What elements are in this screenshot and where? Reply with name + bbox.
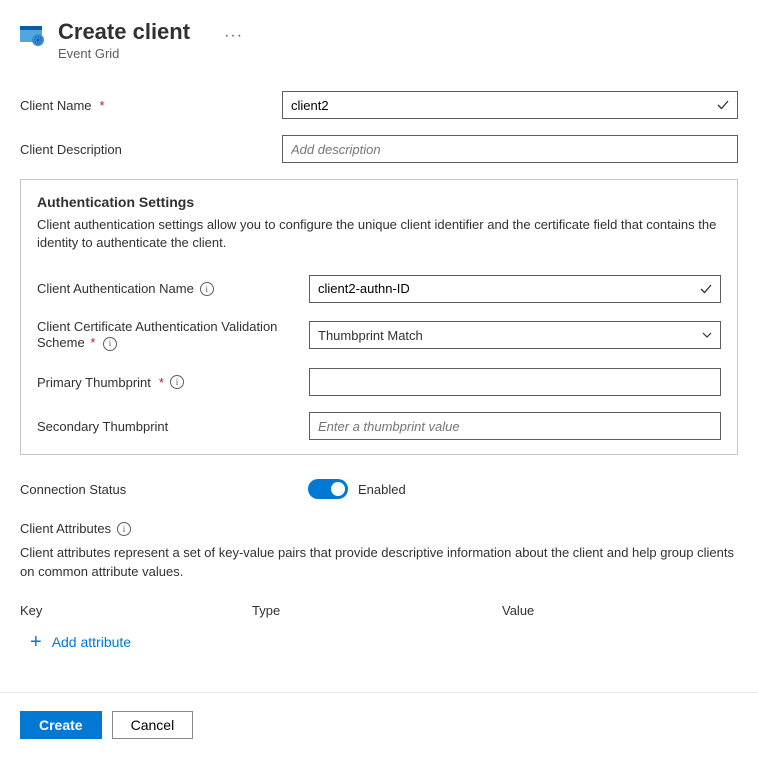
connection-status-label: Connection Status [20, 482, 126, 497]
secondary-thumbprint-label: Secondary Thumbprint [37, 419, 168, 434]
auth-name-input[interactable] [309, 275, 721, 303]
connection-status-value: Enabled [358, 482, 406, 497]
primary-thumbprint-label: Primary Thumbprint [37, 375, 151, 390]
footer-actions: Create Cancel [0, 692, 758, 739]
blade-header: Create client Event Grid ··· [20, 20, 738, 61]
attr-col-value: Value [502, 603, 738, 618]
attributes-table-header: Key Type Value [20, 603, 738, 618]
more-menu-button[interactable]: ··· [218, 26, 249, 46]
info-icon[interactable]: i [103, 337, 117, 351]
page-title: Create client [58, 20, 190, 44]
attr-col-type: Type [252, 603, 502, 618]
info-icon[interactable]: i [200, 282, 214, 296]
validation-scheme-value: Thumbprint Match [318, 328, 423, 343]
authentication-settings-section: Authentication Settings Client authentic… [20, 179, 738, 455]
info-icon[interactable]: i [117, 522, 131, 536]
cancel-button[interactable]: Cancel [112, 711, 194, 739]
required-indicator: * [90, 335, 95, 350]
add-attribute-button[interactable]: + Add attribute [30, 632, 738, 652]
required-indicator: * [100, 98, 105, 113]
client-description-label: Client Description [20, 142, 122, 157]
validation-scheme-select[interactable]: Thumbprint Match [309, 321, 721, 349]
secondary-thumbprint-input[interactable] [309, 412, 721, 440]
page-subtitle: Event Grid [58, 46, 190, 61]
add-attribute-label: Add attribute [52, 634, 131, 650]
validation-scheme-label: Client Certificate Authentication Valida… [37, 319, 277, 351]
client-description-input[interactable] [282, 135, 738, 163]
client-resource-icon [20, 24, 48, 48]
create-button[interactable]: Create [20, 711, 102, 739]
info-icon[interactable]: i [170, 375, 184, 389]
client-attributes-label: Client Attributes [20, 521, 111, 536]
client-name-label: Client Name [20, 98, 92, 113]
plus-icon: + [30, 632, 42, 652]
required-indicator: * [159, 375, 164, 390]
connection-status-toggle[interactable] [308, 479, 348, 499]
attr-col-key: Key [20, 603, 252, 618]
client-attributes-description: Client attributes represent a set of key… [20, 544, 738, 580]
auth-section-description: Client authentication settings allow you… [37, 216, 721, 252]
auth-section-title: Authentication Settings [37, 194, 721, 210]
client-name-input[interactable] [282, 91, 738, 119]
primary-thumbprint-input[interactable] [309, 368, 721, 396]
auth-name-label: Client Authentication Name [37, 281, 194, 296]
